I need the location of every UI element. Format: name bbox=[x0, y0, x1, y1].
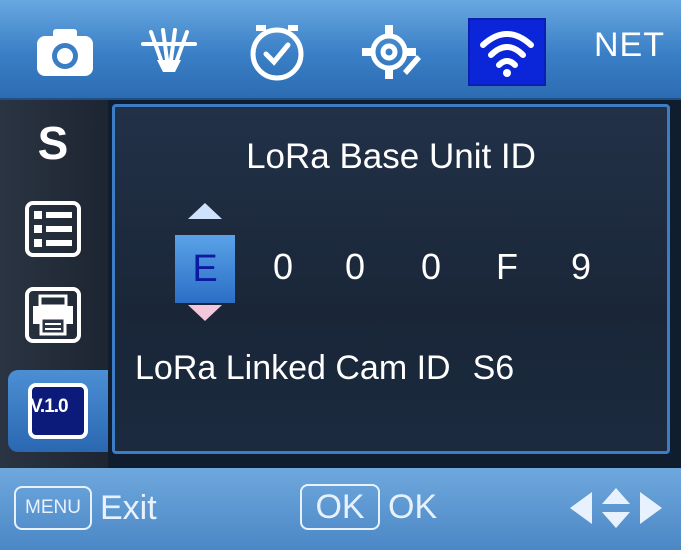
camera-icon bbox=[37, 29, 93, 76]
id-digit-3[interactable]: 0 bbox=[325, 237, 385, 297]
tab-time[interactable] bbox=[238, 18, 316, 86]
numbered-list-icon bbox=[25, 201, 81, 257]
linked-cam-value: S6 bbox=[472, 349, 515, 387]
linked-cam-label: LoRa Linked Cam ID bbox=[135, 349, 451, 387]
menu-exit-hint[interactable]: MENU Exit bbox=[14, 486, 157, 530]
bottom-hint-bar: MENU Exit OK OK bbox=[0, 468, 681, 550]
linked-cam-row: LoRa Linked Cam ID S6 bbox=[135, 349, 514, 388]
clock-icon bbox=[250, 25, 304, 81]
tab-net[interactable]: NET bbox=[594, 26, 665, 76]
sidebar-item-list[interactable] bbox=[18, 198, 88, 260]
base-unit-id-editor: E 0 0 0 F 9 bbox=[115, 197, 667, 321]
ok-action-label: OK bbox=[388, 487, 438, 526]
lora-settings-panel: LoRa Base Unit ID E 0 0 0 F 9 LoRa Linke… bbox=[112, 104, 670, 454]
id-digit-6[interactable]: 9 bbox=[551, 237, 611, 297]
ok-key: OK bbox=[300, 484, 380, 530]
wifi-icon bbox=[480, 31, 534, 77]
id-digit-1[interactable]: E bbox=[175, 235, 235, 303]
version-label: V.1.0 bbox=[30, 396, 69, 417]
s-icon: S bbox=[37, 117, 69, 169]
tab-trigger[interactable] bbox=[130, 18, 208, 86]
sidebar-item-version[interactable]: V.1.0 bbox=[8, 370, 108, 452]
tab-settings[interactable] bbox=[352, 18, 430, 86]
id-digit-2[interactable]: 0 bbox=[253, 237, 313, 297]
sidebar-item-print[interactable] bbox=[18, 284, 88, 346]
top-menu-bar: NET bbox=[0, 0, 681, 100]
menu-action-label: Exit bbox=[100, 488, 157, 527]
direction-arrows-icon bbox=[570, 488, 662, 528]
ok-hint[interactable]: OK OK bbox=[300, 484, 437, 530]
menu-key: MENU bbox=[14, 486, 92, 530]
sidebar: S V.1.0 bbox=[0, 100, 108, 470]
gear-icon bbox=[362, 25, 421, 79]
printer-icon bbox=[25, 287, 81, 343]
trigger-sensor-icon bbox=[141, 28, 197, 72]
decrement-arrow-icon[interactable] bbox=[188, 305, 222, 321]
sidebar-item-s[interactable]: S bbox=[18, 112, 88, 174]
device-screen: NET S V.1.0 LoRa Base Unit ID E 0 0 0 F … bbox=[0, 0, 681, 550]
id-digit-4[interactable]: 0 bbox=[401, 237, 461, 297]
increment-arrow-icon[interactable] bbox=[188, 203, 222, 219]
id-digit-5[interactable]: F bbox=[477, 237, 537, 297]
page-title: LoRa Base Unit ID bbox=[246, 137, 536, 176]
tab-network[interactable] bbox=[468, 18, 546, 86]
tab-camera[interactable] bbox=[26, 18, 104, 86]
